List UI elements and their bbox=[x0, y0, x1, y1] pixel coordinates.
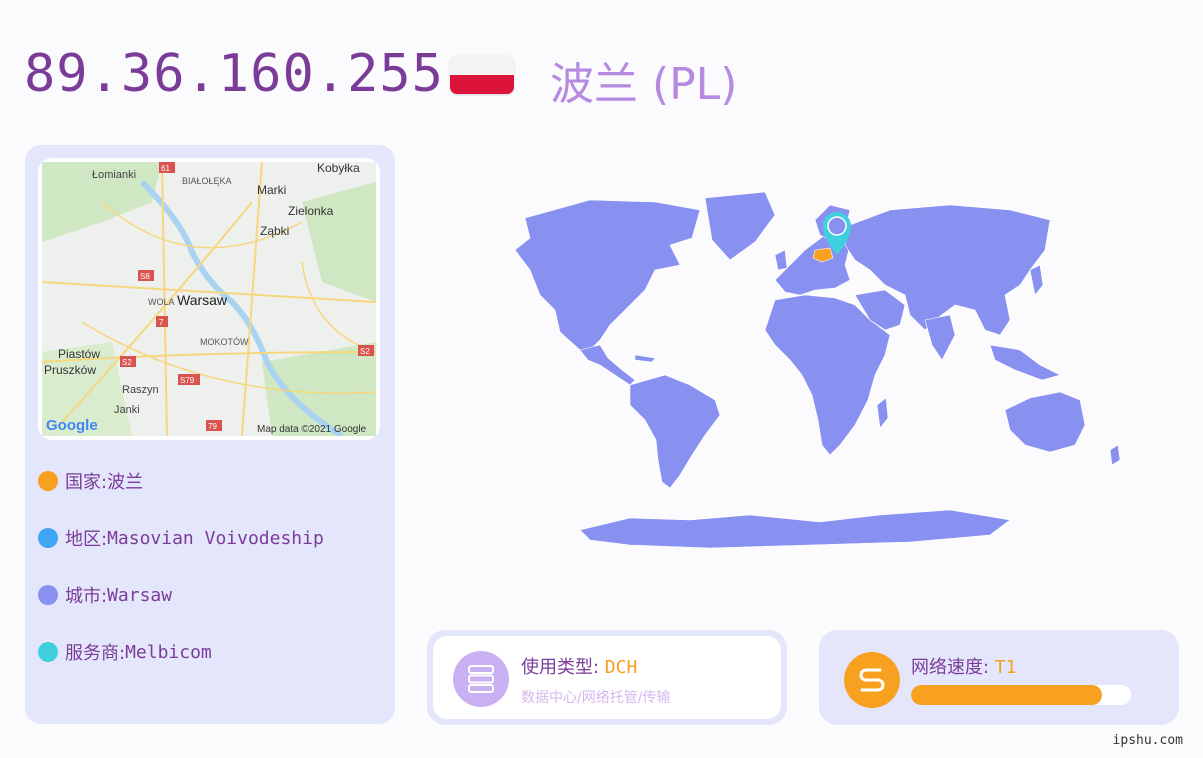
server-icon bbox=[453, 651, 509, 707]
map-label-zabki: Ząbki bbox=[260, 224, 289, 238]
map-label-kobylka: Kobyłka bbox=[317, 162, 360, 175]
svg-text:S2: S2 bbox=[360, 347, 370, 356]
usage-type-title: 使用类型: DCH bbox=[521, 653, 637, 679]
road-badge: S8 bbox=[138, 270, 154, 281]
map-label-zielonka: Zielonka bbox=[288, 204, 334, 218]
info-city-label: 城市: bbox=[65, 586, 108, 607]
google-logo: Google bbox=[46, 417, 98, 434]
map-svg: Łomianki BIAŁOŁĘKA Kobyłka Marki Zielonk… bbox=[42, 162, 376, 436]
road-badge: 61 bbox=[159, 162, 175, 173]
info-country-label: 国家: bbox=[65, 472, 108, 493]
country-title: 波兰 (PL) bbox=[550, 59, 738, 110]
info-region-value: Masovian Voivodeship bbox=[107, 527, 324, 549]
world-map-svg bbox=[514, 191, 1121, 549]
map-label-lomianki: Łomianki bbox=[92, 169, 136, 181]
country-dot-icon bbox=[38, 471, 58, 491]
map-label-piastow: Piastów bbox=[58, 347, 100, 361]
info-isp: 服务商: Melbicom bbox=[38, 637, 212, 667]
road-badge: 79 bbox=[206, 420, 222, 431]
info-region-label: 地区: bbox=[65, 529, 108, 550]
speed-icon bbox=[844, 652, 900, 708]
speed-progress-fill bbox=[911, 685, 1103, 705]
usage-type-card: 使用类型: DCH 数据中心/网络托管/传输 bbox=[427, 630, 787, 725]
location-card: Łomianki BIAŁOŁĘKA Kobyłka Marki Zielonk… bbox=[25, 145, 395, 724]
warsaw-map[interactable]: Łomianki BIAŁOŁĘKA Kobyłka Marki Zielonk… bbox=[38, 158, 380, 440]
site-footer[interactable]: ipshu.com bbox=[1113, 733, 1183, 748]
speed-label: 网络速度: bbox=[911, 657, 995, 678]
svg-text:7: 7 bbox=[159, 318, 164, 327]
city-dot-icon bbox=[38, 585, 58, 605]
info-country-value: 波兰 bbox=[107, 472, 144, 493]
map-label-pruszkow: Pruszków bbox=[44, 363, 96, 377]
world-map bbox=[430, 170, 1170, 570]
ip-address: 89.36.160.255 bbox=[24, 44, 444, 104]
map-label-marki: Marki bbox=[257, 183, 286, 197]
svg-text:S79: S79 bbox=[180, 376, 195, 385]
speed-title: 网络速度: T1 bbox=[911, 653, 1016, 679]
road-badge: S2 bbox=[120, 356, 136, 367]
map-label-wola: WOLA bbox=[148, 297, 175, 307]
info-country: 国家: 波兰 bbox=[38, 466, 143, 496]
poland-flag-icon bbox=[450, 55, 514, 94]
info-isp-value: Melbicom bbox=[125, 641, 212, 663]
region-dot-icon bbox=[38, 528, 58, 548]
speed-value: T1 bbox=[994, 657, 1017, 678]
map-attribution: Map data ©2021 Google bbox=[257, 424, 367, 435]
isp-dot-icon bbox=[38, 642, 58, 662]
svg-text:61: 61 bbox=[161, 164, 170, 173]
info-city-value: Warsaw bbox=[107, 584, 173, 606]
svg-text:S2: S2 bbox=[122, 358, 132, 367]
network-speed-card: 网络速度: T1 bbox=[819, 630, 1179, 725]
svg-text:S8: S8 bbox=[140, 272, 150, 281]
usage-type-subtitle: 数据中心/网络托管/传输 bbox=[521, 690, 671, 706]
info-isp-label: 服务商: bbox=[65, 643, 126, 664]
usage-type-value: DCH bbox=[604, 657, 638, 678]
map-label-raszyn: Raszyn bbox=[122, 384, 159, 396]
road-badge: S79 bbox=[178, 374, 200, 385]
map-label-mokotow: MOKOTÓW bbox=[200, 337, 249, 347]
map-label-janki: Janki bbox=[114, 404, 140, 416]
svg-text:79: 79 bbox=[208, 422, 217, 431]
info-region: 地区: Masovian Voivodeship bbox=[38, 523, 324, 553]
road-badge: S2 bbox=[358, 345, 374, 356]
map-label-warsaw: Warsaw bbox=[177, 292, 228, 308]
info-city: 城市: Warsaw bbox=[38, 580, 172, 610]
usage-type-label: 使用类型: bbox=[521, 657, 605, 678]
speed-progress-bar bbox=[911, 685, 1131, 705]
road-badge: 7 bbox=[156, 316, 168, 327]
map-label-bialoleka: BIAŁOŁĘKA bbox=[182, 176, 232, 186]
